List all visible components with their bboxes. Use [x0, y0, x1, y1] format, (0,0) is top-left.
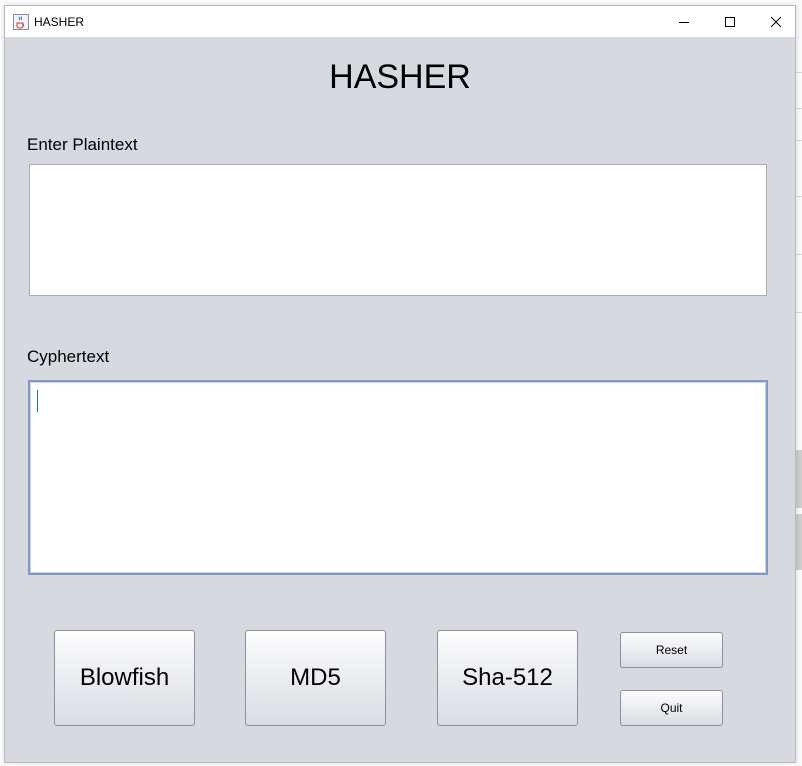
blowfish-button[interactable]: Blowfish	[54, 630, 195, 726]
minimize-button[interactable]	[661, 6, 707, 37]
md5-button[interactable]: MD5	[245, 630, 386, 726]
content-pane: HASHER Enter Plaintext Cyphertext Blowfi…	[5, 37, 795, 762]
maximize-button[interactable]	[707, 6, 753, 37]
title-bar[interactable]: HASHER	[5, 6, 795, 37]
java-coffee-cup-icon	[13, 14, 29, 30]
text-caret	[37, 390, 38, 412]
background-window-edge	[796, 0, 802, 766]
minimize-icon	[679, 21, 689, 23]
cyphertext-output[interactable]	[28, 380, 768, 575]
close-button[interactable]	[753, 6, 799, 37]
app-heading: HASHER	[329, 58, 471, 96]
close-icon	[770, 16, 782, 27]
sha512-button[interactable]: Sha-512	[437, 630, 578, 726]
quit-button[interactable]: Quit	[620, 690, 723, 726]
hasher-window: HASHER HASHER Enter Plaintext Cyphertext	[4, 5, 796, 763]
window-title: HASHER	[34, 15, 85, 29]
plaintext-input[interactable]	[29, 164, 767, 296]
maximize-icon	[725, 16, 735, 27]
cyphertext-label: Cyphertext	[27, 347, 110, 366]
plaintext-label: Enter Plaintext	[27, 135, 138, 154]
reset-button[interactable]: Reset	[620, 632, 723, 668]
